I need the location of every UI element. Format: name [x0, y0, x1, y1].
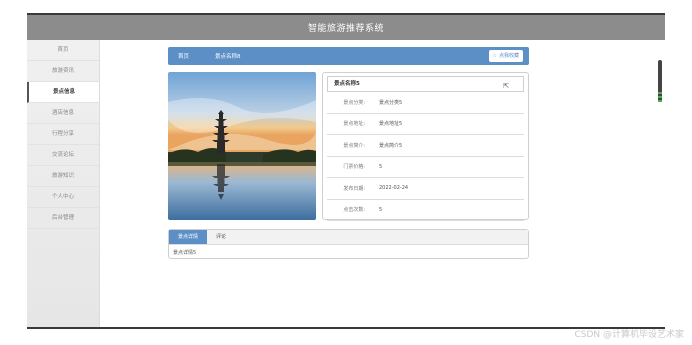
tab-bar: 景点详情 评论 [169, 230, 528, 245]
info-value: 5 [379, 163, 383, 170]
star-outline-icon: ☆ [492, 53, 497, 59]
info-label: 景点地址: [343, 121, 365, 128]
breadcrumb-home[interactable]: 首页 [178, 52, 189, 60]
info-row-publish-date: 发布日期: 2022-02-24 [327, 178, 524, 200]
tab-comments[interactable]: 评论 [207, 230, 235, 244]
attraction-photo [168, 72, 316, 220]
attraction-info-panel: 景点名称5 ⇱ 景点分类: 景点分类5 景点地址: 景点地址5 景点简介: 景点… [322, 72, 529, 221]
info-row-clicks: 点击次数: 5 [327, 200, 524, 221]
info-label: 点击次数: [343, 207, 365, 214]
info-label: 门票价格: [343, 164, 365, 171]
app-header: 智能旅游推荐系统 [27, 13, 665, 40]
sidebar-item-travel-news[interactable]: 旅游资讯 [27, 61, 99, 82]
sidebar-item-forum[interactable]: 交流论坛 [27, 145, 99, 166]
breadcrumb-current: 景点名称8 [215, 54, 241, 60]
info-value: 景点分类5 [379, 99, 403, 106]
bottom-border [27, 327, 665, 329]
sidebar-item-home[interactable]: 首页 [27, 40, 99, 61]
info-label: 发布日期: [343, 185, 365, 192]
info-row-ticket-price: 门票价格: 5 [327, 157, 524, 178]
favorite-button[interactable]: ☆ 点我收藏 [488, 50, 523, 62]
info-row-category: 景点分类: 景点分类5 [327, 92, 524, 114]
breadcrumb: 首页 景点名称8 ☆ 点我收藏 [168, 47, 529, 65]
watermark: CSDN @计算机毕设艺术家 [574, 330, 684, 340]
info-value: 2022-02-24 [379, 185, 409, 192]
info-value: 景点简介5 [379, 142, 403, 149]
mouse-pointer-icon: ⇱ [503, 82, 509, 90]
scroll-indicator-mark [658, 96, 662, 98]
scroll-indicator-mark [658, 100, 662, 102]
sidebar: 首页 旅游资讯 景点信息 酒店信息 行程分享 交流论坛 旅游知识 个人中心 后台… [27, 40, 100, 327]
app-title: 智能旅游推荐系统 [307, 24, 384, 34]
detail-tabs-panel: 景点详情 评论 景点详情5 [168, 229, 529, 259]
sidebar-item-admin[interactable]: 后台管理 [27, 208, 99, 229]
sidebar-item-trip-share[interactable]: 行程分享 [27, 124, 99, 145]
tab-attraction-details[interactable]: 景点详情 [169, 230, 208, 244]
info-label: 景点简介: [343, 142, 365, 149]
sidebar-item-attractions[interactable]: 景点信息 [27, 82, 99, 103]
info-label: 景点分类: [343, 99, 365, 106]
tab-content: 景点详情5 [173, 250, 197, 256]
sidebar-item-personal-center[interactable]: 个人中心 [27, 187, 99, 208]
attraction-title: 景点名称5 ⇱ [327, 76, 524, 92]
favorite-label: 点我收藏 [498, 53, 519, 59]
info-row-address: 景点地址: 景点地址5 [327, 114, 524, 135]
scroll-indicator-mark [658, 92, 662, 94]
info-row-intro: 景点简介: 景点简介5 [327, 135, 524, 157]
sidebar-item-travel-knowledge[interactable]: 旅游知识 [27, 166, 99, 187]
sidebar-item-hotels[interactable]: 酒店信息 [27, 103, 99, 124]
attraction-title-text: 景点名称5 [334, 81, 360, 87]
info-value: 景点地址5 [379, 121, 403, 128]
info-value: 5 [379, 206, 383, 213]
main-content: 首页 景点名称8 ☆ 点我收藏 景点名称5 ⇱ 景点分类: 景点分类5 景点地址… [100, 40, 665, 327]
